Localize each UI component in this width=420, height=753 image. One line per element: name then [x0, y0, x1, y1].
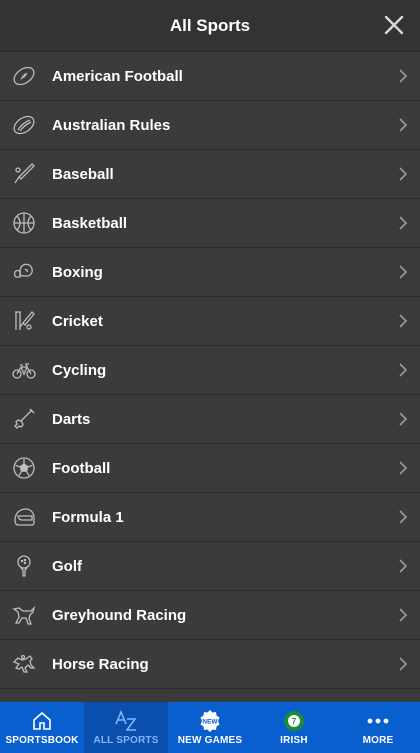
chevron-right-icon [399, 314, 408, 328]
chevron-right-icon [399, 216, 408, 230]
header: All Sports [0, 0, 420, 52]
sport-item-american-football[interactable]: American Football [0, 52, 420, 101]
chevron-right-icon [399, 657, 408, 671]
sport-label: Basketball [52, 214, 128, 232]
greyhound-icon [11, 602, 37, 628]
cricket-icon [11, 308, 37, 334]
nav-label: SPORTSBOOK [5, 735, 79, 746]
chevron-right-icon [399, 510, 408, 524]
nav-label: NEW GAMES [177, 735, 243, 746]
sport-label: Greyhound Racing [52, 606, 187, 624]
sport-item-football[interactable]: Football [0, 444, 420, 493]
sport-item-cycling[interactable]: Cycling [0, 346, 420, 395]
az-icon [114, 709, 138, 733]
sport-item-australian-rules[interactable]: Australian Rules [0, 101, 420, 150]
nav-label: ALL SPORTS [93, 735, 159, 746]
sport-item-darts[interactable]: Darts [0, 395, 420, 444]
nav-new-games[interactable]: NEW NEW GAMES [168, 702, 252, 753]
chevron-right-icon [399, 265, 408, 279]
sport-item-greyhound-racing[interactable]: Greyhound Racing [0, 591, 420, 640]
sport-label: Darts [52, 410, 91, 428]
chevron-right-icon [399, 118, 408, 132]
nav-label: IRISH [280, 735, 308, 746]
sport-label: Football [52, 459, 111, 477]
sport-item-golf[interactable]: Golf [0, 542, 420, 591]
chevron-right-icon [399, 559, 408, 573]
new-badge-icon: NEW [198, 709, 222, 733]
close-icon [384, 15, 404, 35]
more-dots-icon [366, 709, 390, 733]
bottom-nav: SPORTSBOOK ALL SPORTS NEW NEW GAMES 7 IR… [0, 702, 420, 753]
australian-rules-icon [11, 112, 37, 138]
sport-label: Cycling [52, 361, 107, 379]
football-icon [11, 455, 37, 481]
sport-label: Horse Racing [52, 655, 149, 673]
darts-icon [11, 406, 37, 432]
page-title: All Sports [169, 15, 251, 35]
sport-item-baseball[interactable]: Baseball [0, 150, 420, 199]
nav-sportsbook[interactable]: SPORTSBOOK [0, 702, 84, 753]
sport-item-boxing[interactable]: Boxing [0, 248, 420, 297]
chevron-right-icon [399, 461, 408, 475]
sport-label: Golf [52, 557, 82, 575]
chevron-right-icon [399, 412, 408, 426]
sport-label: Baseball [52, 165, 114, 183]
nav-irish[interactable]: 7 IRISH [252, 702, 336, 753]
home-icon [31, 709, 53, 733]
chevron-right-icon [399, 167, 408, 181]
chevron-right-icon [399, 363, 408, 377]
nav-label: MORE [362, 735, 394, 746]
sport-label: American Football [52, 67, 183, 85]
sport-item-cricket[interactable]: Cricket [0, 297, 420, 346]
sport-item-formula-1[interactable]: Formula 1 [0, 493, 420, 542]
new-badge-text: NEW [202, 719, 218, 726]
american-football-icon [11, 63, 37, 89]
basketball-icon [11, 210, 37, 236]
sport-item-horse-racing[interactable]: Horse Racing [0, 640, 420, 689]
sport-label: Cricket [52, 312, 103, 330]
sport-item-basketball[interactable]: Basketball [0, 199, 420, 248]
boxing-icon [11, 259, 37, 285]
formula1-icon [11, 504, 37, 530]
horse-racing-icon [11, 651, 37, 677]
irish-badge-text: 7 [292, 717, 297, 726]
nav-more[interactable]: MORE [336, 702, 420, 753]
sports-list: American Football Australian Rules Baseb… [0, 52, 420, 702]
sport-label: Formula 1 [52, 508, 124, 526]
irish-lotto-icon: 7 [283, 709, 305, 733]
nav-all-sports[interactable]: ALL SPORTS [84, 702, 168, 753]
sport-label: Australian Rules [52, 116, 171, 134]
cycling-icon [11, 357, 37, 383]
close-button[interactable] [382, 13, 406, 37]
chevron-right-icon [399, 69, 408, 83]
baseball-icon [11, 161, 37, 187]
chevron-right-icon [399, 608, 408, 622]
sport-label: Boxing [52, 263, 103, 281]
golf-icon [11, 553, 37, 579]
